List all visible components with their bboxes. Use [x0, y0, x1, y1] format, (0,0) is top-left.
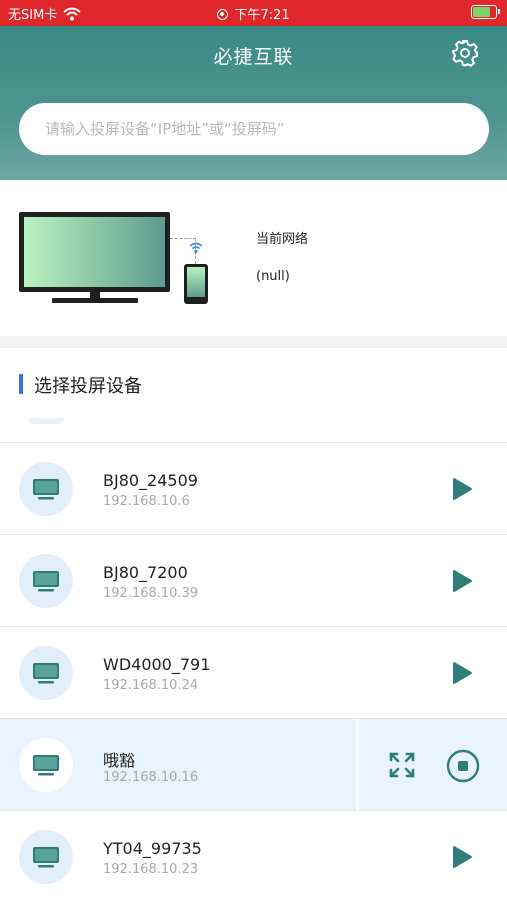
- device-name: BJ80_24509: [103, 471, 198, 490]
- fullscreen-icon[interactable]: [388, 751, 416, 779]
- network-label: 当前网络: [256, 232, 309, 247]
- device-list: BJ80_24509 192.168.10.6 BJ80_7200 192.16…: [0, 442, 507, 900]
- tv-icon: [33, 571, 59, 592]
- device-ip: 192.168.10.24: [103, 678, 199, 693]
- network-panel: 当前网络 (null): [0, 180, 507, 336]
- status-bar-center: 下午7:21: [0, 4, 507, 23]
- clock: 下午7:21: [234, 8, 290, 23]
- play-icon[interactable]: [451, 477, 473, 501]
- device-avatar: [19, 830, 73, 884]
- battery-icon: [471, 5, 500, 19]
- search-bar[interactable]: [19, 103, 489, 155]
- device-row[interactable]: BJ80_7200 192.168.10.39: [0, 534, 507, 626]
- device-row[interactable]: BJ80_24509 192.168.10.6: [0, 442, 507, 534]
- device-row[interactable]: YT04_99735 192.168.10.23: [0, 810, 507, 900]
- device-ip: 192.168.10.23: [103, 862, 199, 877]
- search-input[interactable]: [19, 103, 489, 155]
- wifi-signal-icon: [189, 242, 203, 254]
- scrolled-avatar-edge: [28, 418, 64, 424]
- device-ip: 192.168.10.39: [103, 586, 199, 601]
- play-icon[interactable]: [451, 569, 473, 593]
- play-icon[interactable]: [451, 845, 473, 869]
- phone-illustration: [184, 264, 208, 304]
- tv-illustration: [19, 212, 170, 292]
- device-name: 哦豁: [103, 751, 136, 770]
- tv-icon: [33, 479, 59, 500]
- status-bar: 无SIM卡 下午7:21: [0, 0, 507, 26]
- tv-stand: [52, 298, 138, 303]
- stop-icon[interactable]: [446, 749, 480, 783]
- device-name: YT04_99735: [103, 839, 202, 858]
- tv-icon: [33, 847, 59, 868]
- app-title: 必捷互联: [213, 46, 294, 68]
- device-name: BJ80_7200: [103, 563, 188, 582]
- row-separator: [356, 719, 359, 811]
- device-avatar: [19, 738, 73, 792]
- section-title: 选择投屏设备: [34, 376, 142, 397]
- status-bar-right: [471, 5, 500, 19]
- device-avatar: [19, 554, 73, 608]
- device-row[interactable]: WD4000_791 192.168.10.24: [0, 626, 507, 718]
- section-accent-bar: [19, 374, 23, 394]
- app-header: 必捷互联: [0, 26, 507, 180]
- tv-icon: [33, 663, 59, 684]
- device-row-active[interactable]: 哦豁 192.168.10.16: [0, 718, 507, 811]
- gear-icon[interactable]: [451, 39, 479, 67]
- device-section-header: 选择投屏设备: [0, 348, 507, 418]
- play-icon[interactable]: [451, 661, 473, 685]
- device-avatar: [19, 646, 73, 700]
- section-divider: [0, 336, 507, 348]
- device-name: WD4000_791: [103, 655, 211, 674]
- device-avatar: [19, 462, 73, 516]
- device-ip: 192.168.10.6: [103, 494, 190, 509]
- tv-icon: [33, 755, 59, 776]
- location-icon: [217, 9, 229, 20]
- network-value: (null): [256, 269, 290, 284]
- device-ip: 192.168.10.16: [103, 770, 199, 785]
